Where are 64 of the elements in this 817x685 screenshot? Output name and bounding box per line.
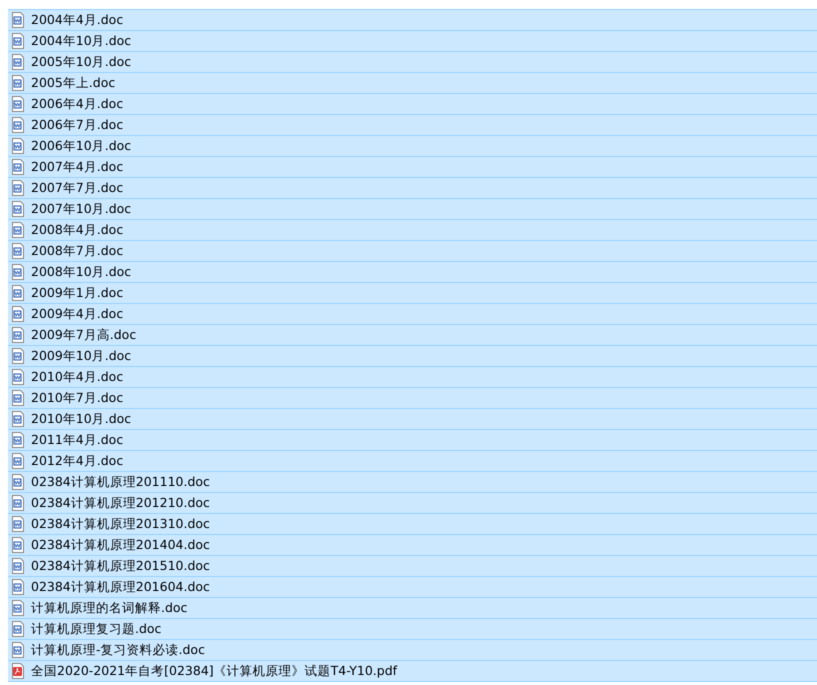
word-document-icon bbox=[11, 75, 25, 91]
word-document-icon bbox=[11, 621, 25, 637]
file-item[interactable]: 2007年4月.doc bbox=[8, 156, 817, 177]
word-document-icon bbox=[11, 474, 25, 490]
word-document-icon bbox=[11, 33, 25, 49]
file-item[interactable]: 2004年10月.doc bbox=[8, 30, 817, 51]
file-item[interactable]: 计算机原理的名词解释.doc bbox=[8, 597, 817, 618]
word-document-icon bbox=[11, 495, 25, 511]
word-document-icon bbox=[11, 285, 25, 301]
file-item[interactable]: 2005年10月.doc bbox=[8, 51, 817, 72]
file-item[interactable]: 计算机原理复习题.doc bbox=[8, 618, 817, 639]
word-document-icon bbox=[11, 159, 25, 175]
word-document-icon bbox=[11, 264, 25, 280]
file-item[interactable]: 2008年4月.doc bbox=[8, 219, 817, 240]
word-document-icon bbox=[11, 306, 25, 322]
file-item[interactable]: 2005年上.doc bbox=[8, 72, 817, 93]
word-document-icon bbox=[11, 327, 25, 343]
word-document-icon bbox=[11, 516, 25, 532]
word-document-icon bbox=[11, 12, 25, 28]
word-document-icon bbox=[11, 54, 25, 70]
word-document-icon bbox=[11, 180, 25, 196]
file-item[interactable]: 2006年7月.doc bbox=[8, 114, 817, 135]
file-item[interactable]: 2009年7月高.doc bbox=[8, 324, 817, 345]
file-item[interactable]: 计算机原理-复习资料必读.doc bbox=[8, 639, 817, 660]
file-item[interactable]: 2007年10月.doc bbox=[8, 198, 817, 219]
file-item[interactable]: 2010年4月.doc bbox=[8, 366, 817, 387]
file-item[interactable]: 全国2020-2021年自考[02384]《计算机原理》试题T4-Y10.pdf bbox=[8, 660, 817, 682]
word-document-icon bbox=[11, 138, 25, 154]
file-item[interactable]: 2009年4月.doc bbox=[8, 303, 817, 324]
file-item[interactable]: 02384计算机原理201210.doc bbox=[8, 492, 817, 513]
file-item[interactable]: 2008年10月.doc bbox=[8, 261, 817, 282]
word-document-icon bbox=[11, 579, 25, 595]
file-item[interactable]: 02384计算机原理201310.doc bbox=[8, 513, 817, 534]
word-document-icon bbox=[11, 537, 25, 553]
pdf-document-icon bbox=[11, 663, 25, 679]
file-item[interactable]: 2008年7月.doc bbox=[8, 240, 817, 261]
word-document-icon bbox=[11, 432, 25, 448]
word-document-icon bbox=[11, 642, 25, 658]
file-item[interactable]: 2006年4月.doc bbox=[8, 93, 817, 114]
file-item[interactable]: 2009年1月.doc bbox=[8, 282, 817, 303]
file-item[interactable]: 02384计算机原理201110.doc bbox=[8, 471, 817, 492]
word-document-icon bbox=[11, 117, 25, 133]
file-item[interactable]: 2010年7月.doc bbox=[8, 387, 817, 408]
word-document-icon bbox=[11, 411, 25, 427]
file-item[interactable]: 2004年4月.doc bbox=[8, 9, 817, 30]
file-item[interactable]: 2010年10月.doc bbox=[8, 408, 817, 429]
word-document-icon bbox=[11, 201, 25, 217]
word-document-icon bbox=[11, 348, 25, 364]
word-document-icon bbox=[11, 243, 25, 259]
word-document-icon bbox=[11, 600, 25, 616]
file-item[interactable]: 2009年10月.doc bbox=[8, 345, 817, 366]
word-document-icon bbox=[11, 558, 25, 574]
file-item[interactable]: 2011年4月.doc bbox=[8, 429, 817, 450]
word-document-icon bbox=[11, 96, 25, 112]
word-document-icon bbox=[11, 453, 25, 469]
word-document-icon bbox=[11, 369, 25, 385]
file-item[interactable]: 02384计算机原理201404.doc bbox=[8, 534, 817, 555]
word-document-icon bbox=[11, 222, 25, 238]
file-item[interactable]: 02384计算机原理201510.doc bbox=[8, 555, 817, 576]
file-item[interactable]: 2006年10月.doc bbox=[8, 135, 817, 156]
word-document-icon bbox=[11, 390, 25, 406]
file-item[interactable]: 02384计算机原理201604.doc bbox=[8, 576, 817, 597]
file-item[interactable]: 2012年4月.doc bbox=[8, 450, 817, 471]
file-item[interactable]: 2007年7月.doc bbox=[8, 177, 817, 198]
